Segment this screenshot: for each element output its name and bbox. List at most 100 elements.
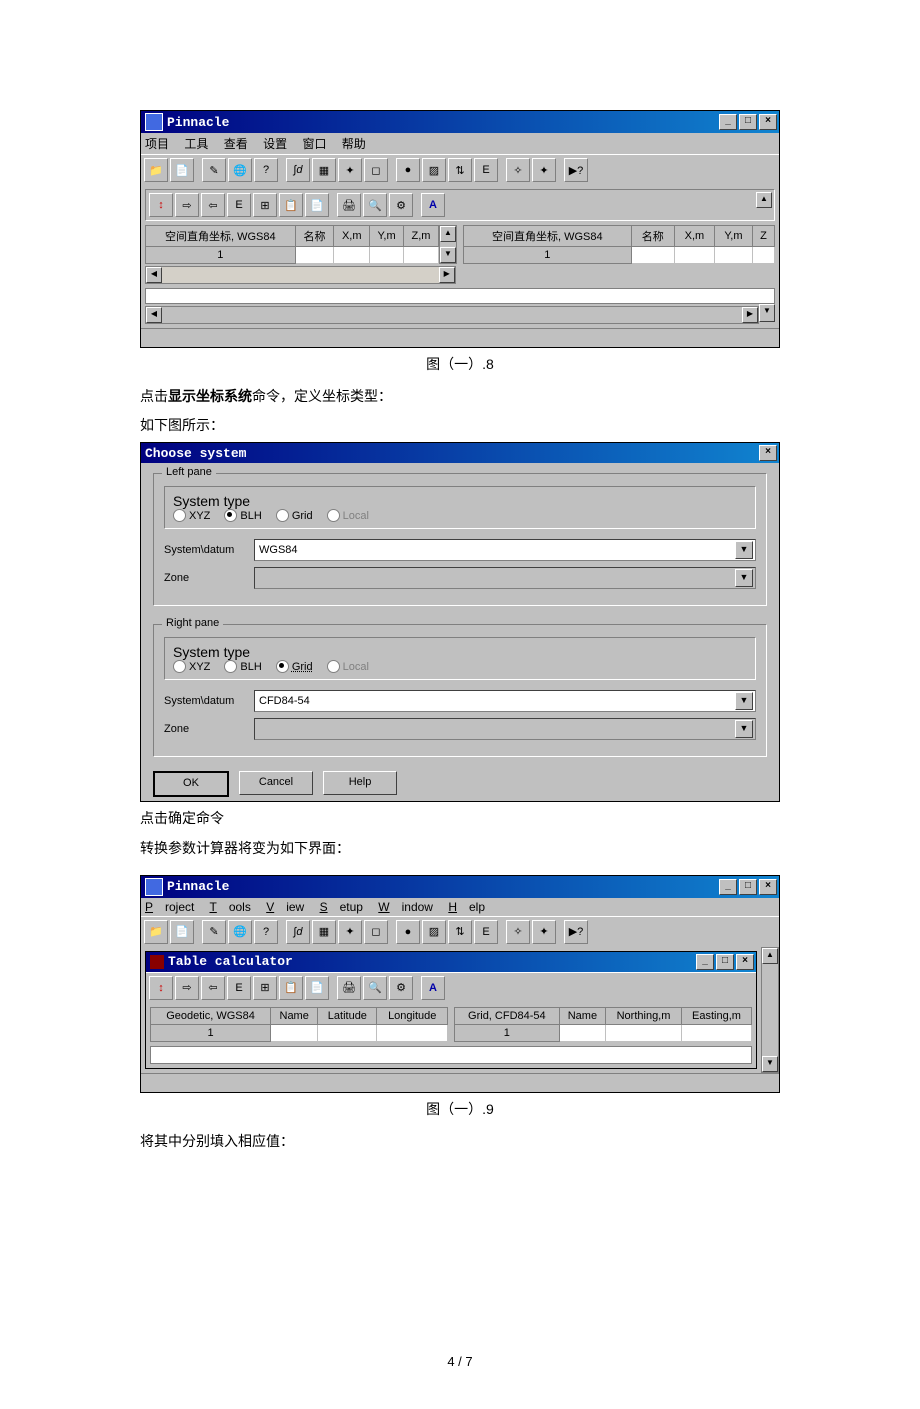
cell[interactable] xyxy=(674,247,714,264)
titlebar[interactable]: Pinnacle _ □ × xyxy=(141,111,779,133)
col-header[interactable]: Easting,m xyxy=(681,1007,751,1024)
cell[interactable] xyxy=(318,1024,377,1041)
datum-combo[interactable]: CFD84-54▼ xyxy=(254,690,756,712)
col-header[interactable]: 名称 xyxy=(631,226,674,247)
copy-icon[interactable]: 📋 xyxy=(279,976,303,1000)
tool-icon[interactable]: ⚙ xyxy=(389,976,413,1000)
tool-icon[interactable]: ∫d xyxy=(286,158,310,182)
maximize-button[interactable]: □ xyxy=(716,954,734,970)
col-header[interactable]: Z xyxy=(752,226,774,247)
menu-window[interactable]: Window xyxy=(378,900,433,914)
cell[interactable] xyxy=(334,247,370,264)
tool-icon[interactable]: ✦ xyxy=(338,920,362,944)
radio-blh[interactable]: BLH xyxy=(224,660,261,673)
menu-tools[interactable]: Tools xyxy=(209,900,250,914)
copy-icon[interactable]: 📋 xyxy=(279,193,303,217)
titlebar[interactable]: Pinnacle _ □ × xyxy=(141,876,779,898)
cell[interactable] xyxy=(606,1024,682,1041)
cell[interactable] xyxy=(631,247,674,264)
scroll-up-button[interactable]: ▲ xyxy=(756,192,772,208)
tool-icon[interactable]: 🌐 xyxy=(228,920,252,944)
print-icon[interactable]: 🖨 xyxy=(337,193,361,217)
radio-grid[interactable]: Grid xyxy=(276,509,313,522)
tool-icon[interactable]: E xyxy=(474,920,498,944)
tool-icon[interactable]: ● xyxy=(396,920,420,944)
col-header[interactable]: X,m xyxy=(334,226,370,247)
tool-icon[interactable]: ✦ xyxy=(532,920,556,944)
tool-icon[interactable]: ✎ xyxy=(202,920,226,944)
cell[interactable] xyxy=(752,247,774,264)
col-header[interactable]: Name xyxy=(559,1007,605,1024)
cell[interactable] xyxy=(404,247,439,264)
minimize-button[interactable]: _ xyxy=(696,954,714,970)
menu-setup[interactable]: Setup xyxy=(320,900,363,914)
tool-icon[interactable]: ✦ xyxy=(338,158,362,182)
close-button[interactable]: × xyxy=(759,879,777,895)
menu-help[interactable]: Help xyxy=(448,900,485,914)
radio-blh[interactable]: BLH xyxy=(224,509,261,522)
menu-setup[interactable]: 设置 xyxy=(263,137,287,151)
font-icon[interactable]: A xyxy=(421,193,445,217)
tool-icon[interactable]: ▨ xyxy=(422,920,446,944)
minimize-button[interactable]: _ xyxy=(719,114,737,130)
tool-icon[interactable]: ⇦ xyxy=(201,976,225,1000)
child-titlebar[interactable]: Table calculator _ □ × xyxy=(146,952,756,972)
tool-icon[interactable]: ⊞ xyxy=(253,976,277,1000)
help-icon[interactable]: ▶? xyxy=(564,158,588,182)
radio-xyz[interactable]: XYZ xyxy=(173,509,210,522)
col-header[interactable]: Latitude xyxy=(318,1007,377,1024)
help-icon[interactable]: ▶? xyxy=(564,920,588,944)
pane-hscroll[interactable]: ◀▶ xyxy=(145,266,456,284)
tool-icon[interactable]: E xyxy=(227,976,251,1000)
cell[interactable] xyxy=(271,1024,318,1041)
tool-icon[interactable]: ▦ xyxy=(312,158,336,182)
tool-icon[interactable]: ⇅ xyxy=(448,920,472,944)
cell[interactable] xyxy=(559,1024,605,1041)
font-icon[interactable]: A xyxy=(421,976,445,1000)
datum-combo[interactable]: WGS84▼ xyxy=(254,539,756,561)
tool-icon[interactable]: 📁 xyxy=(144,158,168,182)
col-header[interactable]: Northing,m xyxy=(606,1007,682,1024)
tool-icon[interactable]: 📄 xyxy=(170,920,194,944)
tool-icon[interactable]: ◻ xyxy=(364,158,388,182)
preview-icon[interactable]: 🔍 xyxy=(363,193,387,217)
col-header[interactable]: 空间直角坐标, WGS84 xyxy=(146,226,296,247)
hscroll[interactable]: ◀▶ xyxy=(145,306,759,324)
tool-icon[interactable]: ✧ xyxy=(506,920,530,944)
tool-icon[interactable]: ⚙ xyxy=(389,193,413,217)
menu-project[interactable]: 项目 xyxy=(145,137,169,151)
minimize-button[interactable]: _ xyxy=(719,879,737,895)
tool-icon[interactable]: ⇨ xyxy=(175,193,199,217)
close-button[interactable]: × xyxy=(759,445,777,461)
menu-window[interactable]: 窗口 xyxy=(302,137,326,151)
cell[interactable] xyxy=(377,1024,448,1041)
maximize-button[interactable]: □ xyxy=(739,879,757,895)
dialog-titlebar[interactable]: Choose system × xyxy=(141,443,779,463)
mdi-vscroll[interactable]: ▲▼ xyxy=(761,947,779,1073)
tool-icon[interactable]: ↕ xyxy=(149,976,173,1000)
tool-icon[interactable]: ⇦ xyxy=(201,193,225,217)
col-header[interactable]: Grid, CFD84-54 xyxy=(455,1007,560,1024)
menu-help[interactable]: 帮助 xyxy=(342,137,366,151)
tool-icon[interactable]: ⇅ xyxy=(448,158,472,182)
menu-project[interactable]: Project xyxy=(145,900,194,914)
col-header[interactable]: Y,m xyxy=(714,226,752,247)
tool-icon[interactable]: ? xyxy=(254,158,278,182)
col-header[interactable]: 名称 xyxy=(295,226,334,247)
preview-icon[interactable]: 🔍 xyxy=(363,976,387,1000)
menu-view[interactable]: View xyxy=(266,900,304,914)
tool-icon[interactable]: ● xyxy=(396,158,420,182)
tool-icon[interactable]: ▨ xyxy=(422,158,446,182)
col-header[interactable]: Longitude xyxy=(377,1007,448,1024)
tool-icon[interactable]: 📄 xyxy=(170,158,194,182)
tool-icon[interactable]: ∫d xyxy=(286,920,310,944)
tool-icon[interactable]: E xyxy=(227,193,251,217)
tool-icon[interactable]: ✦ xyxy=(532,158,556,182)
cell[interactable] xyxy=(295,247,334,264)
col-header[interactable]: Y,m xyxy=(370,226,404,247)
vscroll[interactable]: ▲▼ xyxy=(439,225,457,264)
tool-icon[interactable]: 🌐 xyxy=(228,158,252,182)
tool-icon[interactable]: ↕ xyxy=(149,193,173,217)
print-icon[interactable]: 🖨 xyxy=(337,976,361,1000)
tool-icon[interactable]: ✧ xyxy=(506,158,530,182)
